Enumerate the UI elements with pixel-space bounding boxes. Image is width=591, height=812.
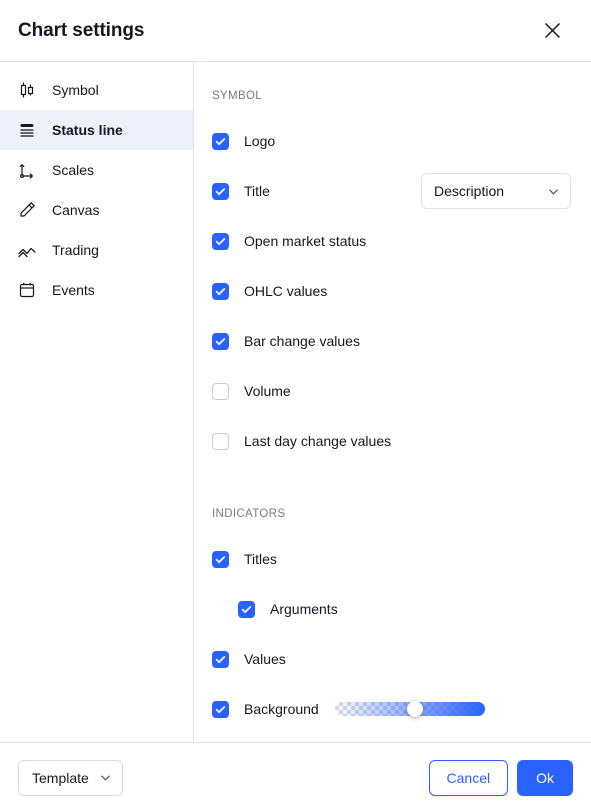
chart-settings-dialog: Chart settings Symbol Status line Scales… [0,0,591,812]
option-row-bar-change-values: Bar change values [212,316,571,366]
sidebar-item-label: Canvas [52,202,100,218]
option-label-last-day-change-values[interactable]: Last day change values [244,433,391,449]
dialog-body: Symbol Status line Scales Canvas Trading… [0,62,591,742]
option-label-volume[interactable]: Volume [244,383,291,399]
settings-panel: SYMBOL Logo Title Description Open marke… [194,62,591,742]
option-row-background: Background [212,684,571,734]
trading-zigzag-icon [16,239,38,261]
option-row-logo: Logo [212,116,571,166]
option-label-logo[interactable]: Logo [244,133,275,149]
cancel-button[interactable]: Cancel [428,759,509,796]
sidebar-item-label: Status line [52,122,123,138]
checkbox-titles[interactable] [212,550,229,568]
option-label-open-market-status[interactable]: Open market status [244,233,366,249]
sidebar-item-canvas[interactable]: Canvas [0,190,193,230]
pencil-icon [16,199,38,221]
checkbox-volume[interactable] [212,382,229,400]
checkbox-ohlc-values[interactable] [212,282,229,300]
option-row-title: Title Description [212,166,571,216]
candlestick-icon [16,79,38,101]
slider-thumb[interactable] [406,701,423,717]
title-display-select[interactable]: Description [421,173,571,209]
dialog-header: Chart settings [0,0,591,62]
option-row-titles: Titles [212,534,571,584]
sidebar-item-label: Scales [52,162,95,178]
checkbox-background[interactable] [212,700,229,718]
checkbox-last-day-change-values[interactable] [212,432,229,450]
option-row-open-market-status: Open market status [212,216,571,266]
checkbox-logo[interactable] [212,132,229,150]
sidebar-item-label: Symbol [52,82,99,98]
title-display-value: Description [434,183,505,199]
template-label: Template [32,769,89,786]
sidebar-item-symbol[interactable]: Symbol [0,70,193,110]
background-opacity-slider[interactable] [334,701,485,717]
option-row-volume: Volume [212,366,571,416]
option-row-last-day-change-values: Last day change values [212,416,571,466]
option-row-arguments: Arguments [212,584,571,634]
option-label-bar-change-values[interactable]: Bar change values [244,333,360,349]
sidebar: Symbol Status line Scales Canvas Trading… [0,62,194,742]
sidebar-item-trading[interactable]: Trading [0,230,193,270]
checkbox-bar-change-values[interactable] [212,332,229,350]
option-label-titles[interactable]: Titles [244,551,277,567]
option-label-title[interactable]: Title [244,183,270,199]
checkbox-values[interactable] [212,650,229,668]
option-row-values: Values [212,634,571,684]
option-row-ohlc-values: OHLC values [212,266,571,316]
dialog-footer: Template Cancel Ok [0,742,591,812]
chevron-down-icon [547,185,560,198]
sidebar-item-scales[interactable]: Scales [0,150,193,190]
option-label-values[interactable]: Values [244,651,286,667]
checkbox-arguments[interactable] [238,600,255,618]
calendar-icon [16,279,38,301]
option-label-ohlc-values[interactable]: OHLC values [244,283,327,299]
option-label-background[interactable]: Background [244,701,319,717]
status-line-icon [16,119,38,141]
axes-icon [16,159,38,181]
option-label-arguments[interactable]: Arguments [270,601,338,617]
sidebar-item-events[interactable]: Events [0,270,193,310]
checkbox-title[interactable] [212,182,229,200]
chevron-down-icon [99,771,112,784]
sidebar-item-label: Events [52,282,95,298]
section-header-indicators: INDICATORS [212,508,286,520]
sidebar-item-label: Trading [52,242,99,258]
section-header-symbol: SYMBOL [212,90,263,102]
template-dropdown-button[interactable]: Template [18,759,123,796]
sidebar-item-status-line[interactable]: Status line [0,110,193,150]
ok-button[interactable]: Ok [517,759,573,796]
footer-actions: Cancel Ok [428,759,573,796]
close-icon[interactable] [537,16,567,46]
checkbox-open-market-status[interactable] [212,232,229,250]
page-title: Chart settings [18,19,145,41]
